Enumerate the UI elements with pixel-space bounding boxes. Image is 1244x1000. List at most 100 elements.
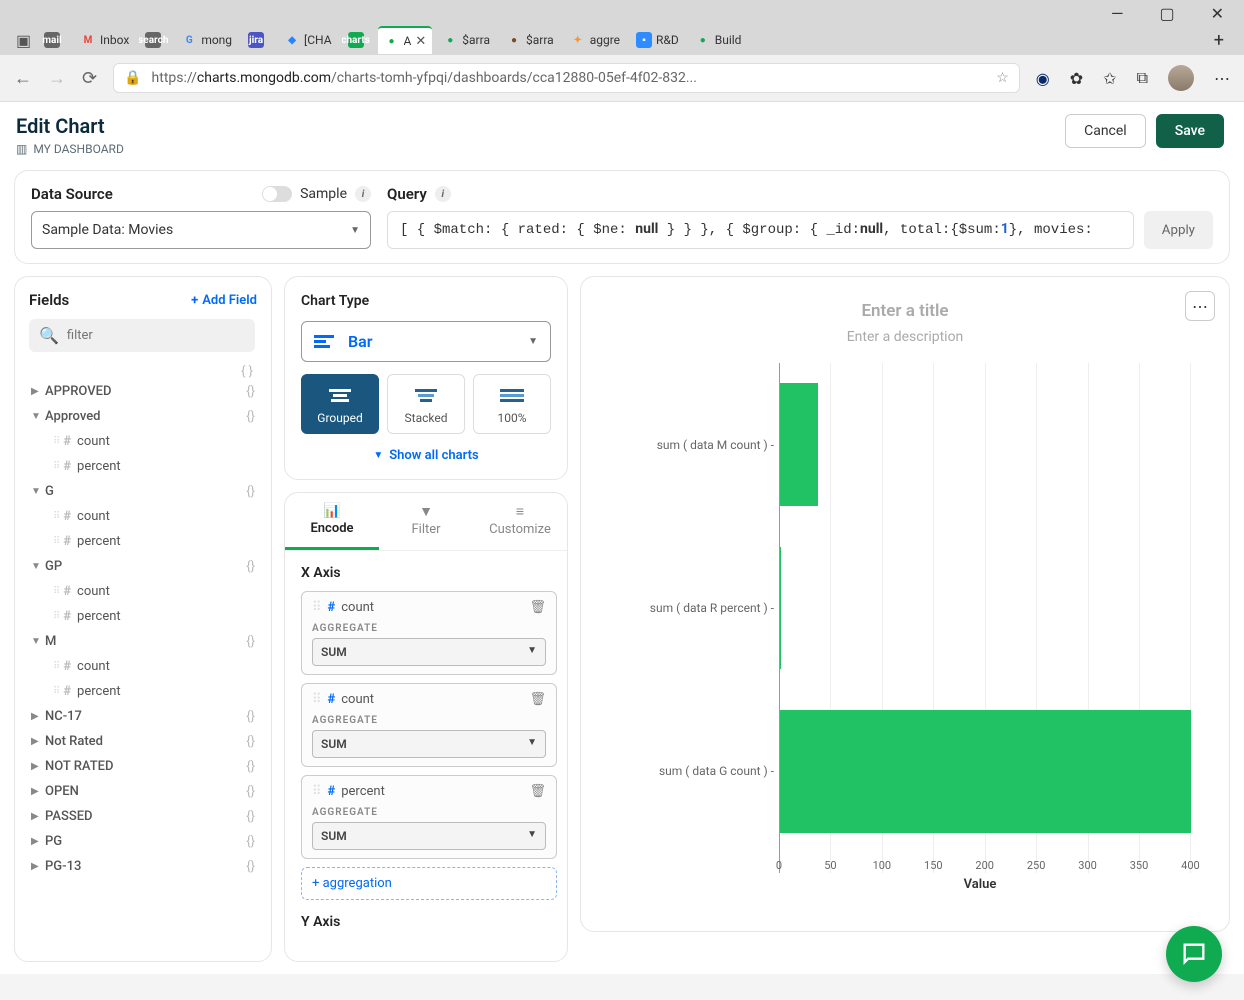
browser-tab[interactable]: ▪R&D <box>630 26 685 54</box>
browser-tab[interactable]: ◆[CHA <box>278 26 338 54</box>
x-tick-label: 50 <box>824 859 836 872</box>
field-child-row[interactable]: ⠿#count <box>29 654 265 679</box>
browser-tab[interactable]: ●$arra <box>436 26 496 54</box>
browser-tab[interactable]: Gmong <box>175 26 238 54</box>
favorites-icon[interactable]: ✩ <box>1103 69 1116 88</box>
encode-tab-customize[interactable]: ≡Customize <box>473 493 567 550</box>
browser-tab[interactable]: ✦aggre <box>564 26 626 54</box>
delete-icon[interactable]: 🗑 <box>529 600 546 615</box>
field-child-row[interactable]: ⠿#percent <box>29 679 265 704</box>
forward-button[interactable]: → <box>48 68 66 89</box>
aggregate-select[interactable]: SUM▼ <box>312 638 546 666</box>
delete-icon[interactable]: 🗑 <box>529 692 546 707</box>
number-type-icon: # <box>63 584 71 599</box>
browser-tab[interactable]: ●Build <box>689 26 748 54</box>
extensions-icon[interactable]: ✿ <box>1070 69 1083 88</box>
chart-bar <box>780 383 818 506</box>
close-window-button[interactable]: ✕ <box>1211 4 1224 23</box>
field-parent-row[interactable]: ▼GP{} <box>29 554 265 579</box>
field-parent-row[interactable]: ▶Not Rated{} <box>29 729 265 754</box>
field-child-row[interactable]: ⠿#count <box>29 504 265 529</box>
fields-list[interactable]: { } ▶APPROVED{}▼Approved{}⠿#count⠿#perce… <box>29 360 265 947</box>
app-menu-icon[interactable]: ▣ <box>10 26 34 54</box>
field-child-row[interactable]: ⠿#percent <box>29 454 265 479</box>
grip-icon: ⠿ <box>53 436 59 447</box>
fields-panel: Fields + Add Field 🔍 { } ▶APPROVED{}▼App… <box>14 276 272 962</box>
subtype-stacked[interactable]: Stacked <box>387 374 465 434</box>
cancel-button[interactable]: Cancel <box>1065 114 1146 148</box>
field-parent-row[interactable]: ▶OPEN{} <box>29 779 265 804</box>
chart-title-input[interactable]: Enter a title <box>599 301 1211 321</box>
query-input[interactable]: [ { $match: { rated: { $ne: null } } }, … <box>387 211 1134 249</box>
query-label: Query i <box>387 185 1213 203</box>
delete-icon[interactable]: 🗑 <box>529 784 546 799</box>
browser-tab[interactable]: MInbox <box>74 26 135 54</box>
collections-icon[interactable]: ⧉ <box>1137 68 1148 88</box>
y-tick-label: sum ( data M count ) - <box>629 438 774 452</box>
field-child-row[interactable]: ⠿#percent <box>29 529 265 554</box>
field-parent-row[interactable]: ▶NOT RATED{} <box>29 754 265 779</box>
chart-type-select[interactable]: Bar ▼ <box>301 321 551 362</box>
encoding-field[interactable]: ⠿#percent🗑AGGREGATESUM▼ <box>301 775 557 859</box>
field-parent-row[interactable]: ▶NC-17{} <box>29 704 265 729</box>
more-icon[interactable]: ⋯ <box>1214 69 1230 88</box>
tracker-icon[interactable]: ◉ <box>1036 69 1050 88</box>
profile-avatar[interactable] <box>1168 65 1194 91</box>
browser-tab[interactable]: ●$arra <box>500 26 560 54</box>
breadcrumb[interactable]: ▥ MY DASHBOARD <box>16 142 124 156</box>
field-parent-row[interactable]: ▼G{} <box>29 479 265 504</box>
new-tab-button[interactable]: + <box>1204 30 1234 51</box>
chat-bubble-button[interactable] <box>1166 926 1222 982</box>
minimize-button[interactable]: — <box>1111 4 1124 23</box>
field-parent-row[interactable]: ▶PG-13{} <box>29 854 265 879</box>
aggregate-select[interactable]: SUM▼ <box>312 822 546 850</box>
url-bar[interactable]: 🔒 https://charts.mongodb.com/charts-tomh… <box>113 63 1020 93</box>
field-parent-row[interactable]: ▼M{} <box>29 629 265 654</box>
info-icon[interactable]: i <box>435 186 451 202</box>
field-child-row[interactable]: ⠿#count <box>29 579 265 604</box>
aggregate-select[interactable]: SUM▼ <box>312 730 546 758</box>
chart-desc-input[interactable]: Enter a description <box>599 329 1211 345</box>
subtype-100%[interactable]: 100% <box>473 374 551 434</box>
browser-tab[interactable]: mail <box>38 26 70 54</box>
datasource-select[interactable]: Sample Data: Movies ▼ <box>31 211 371 249</box>
app-header: Edit Chart ▥ MY DASHBOARD Cancel Save <box>0 102 1244 170</box>
subtype-icon <box>306 383 374 407</box>
filter-input[interactable] <box>67 328 245 343</box>
lock-icon: 🔒 <box>124 70 141 86</box>
encoding-field[interactable]: ⠿#count🗑AGGREGATESUM▼ <box>301 683 557 767</box>
chart-menu-button[interactable]: ⋯ <box>1185 291 1215 321</box>
field-parent-row[interactable]: ▶PG{} <box>29 829 265 854</box>
browser-tab[interactable]: charts <box>342 26 374 54</box>
field-parent-row[interactable]: ▼Approved{} <box>29 404 265 429</box>
encode-tab-encode[interactable]: 📊Encode <box>285 493 379 550</box>
browser-tab[interactable]: ●A✕ <box>378 26 433 54</box>
encode-tabs: 📊Encode▼Filter≡Customize <box>285 493 567 551</box>
apply-button[interactable]: Apply <box>1144 211 1213 249</box>
maximize-button[interactable]: ▢ <box>1159 4 1174 23</box>
field-parent-row[interactable]: ▶APPROVED{} <box>29 379 265 404</box>
filter-box[interactable]: 🔍 <box>29 319 255 352</box>
field-parent-row[interactable]: ▶PASSED{} <box>29 804 265 829</box>
grip-icon: ⠿ <box>53 686 59 697</box>
field-child-row[interactable]: ⠿#percent <box>29 604 265 629</box>
sample-toggle[interactable] <box>262 186 292 202</box>
caret-icon: ▼ <box>31 636 45 647</box>
favorite-icon[interactable]: ☆ <box>996 70 1009 86</box>
browser-tab[interactable]: jira <box>242 26 274 54</box>
plus-icon: + <box>191 293 198 308</box>
encode-tab-filter[interactable]: ▼Filter <box>379 493 473 550</box>
save-button[interactable]: Save <box>1156 114 1224 148</box>
add-field-button[interactable]: + Add Field <box>191 293 257 308</box>
info-icon[interactable]: i <box>355 186 371 202</box>
encoding-field[interactable]: ⠿#count🗑AGGREGATESUM▼ <box>301 591 557 675</box>
field-child-row[interactable]: ⠿#count <box>29 429 265 454</box>
subtype-grouped[interactable]: Grouped <box>301 374 379 434</box>
grip-icon: ⠿ <box>53 586 59 597</box>
show-all-charts-button[interactable]: ▼ Show all charts <box>301 448 551 463</box>
reload-button[interactable]: ⟳ <box>82 68 97 89</box>
add-aggregation-button[interactable]: + aggregation <box>301 867 557 900</box>
back-button[interactable]: ← <box>14 68 32 89</box>
browser-tab[interactable]: search <box>139 26 171 54</box>
encode-body[interactable]: X Axis ⠿#count🗑AGGREGATESUM▼⠿#count🗑AGGR… <box>285 551 567 961</box>
